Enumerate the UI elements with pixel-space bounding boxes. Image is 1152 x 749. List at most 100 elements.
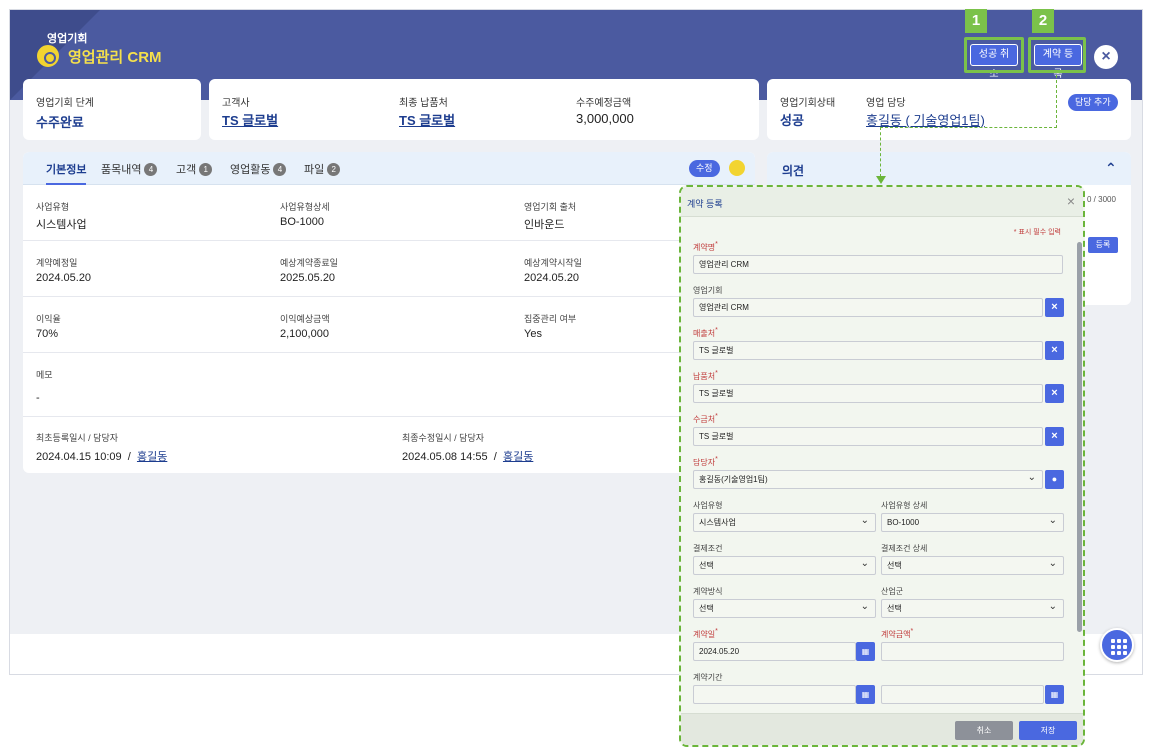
field-label: 이익예상금액: [280, 314, 330, 324]
payment-terms-select[interactable]: 선택: [693, 555, 876, 575]
tab-activities[interactable]: 영업활동 4: [230, 161, 287, 177]
calendar-icon[interactable]: ▦: [1045, 685, 1064, 704]
opportunity-input[interactable]: 영업관리 CRM: [693, 298, 1043, 317]
step-number-1: 1: [965, 9, 987, 33]
person-icon[interactable]: ●: [1045, 470, 1064, 489]
field-label: 납품처: [693, 370, 718, 382]
tab-files[interactable]: 파일 2: [304, 161, 341, 177]
tab-items[interactable]: 품목내역 4: [101, 161, 158, 177]
tab-customers[interactable]: 고객 1: [176, 161, 213, 177]
clear-icon[interactable]: ×: [1045, 341, 1064, 360]
delivery-party-input[interactable]: TS 글로벌: [693, 384, 1043, 403]
annotation-connector: [880, 127, 881, 177]
cancel-button[interactable]: 취소: [955, 721, 1013, 740]
opinion-title: 의견: [782, 164, 805, 178]
field-label: 집중관리 여부: [524, 314, 577, 324]
payment-detail-select[interactable]: 선택: [881, 555, 1064, 575]
modal-title: 계약 등록: [687, 199, 723, 209]
amount-label: 수주예정금액: [576, 98, 632, 109]
stage-card: 영업기회 단계 수주완료: [23, 79, 201, 140]
calendar-icon[interactable]: ▦: [856, 642, 875, 661]
contract-method-select[interactable]: 선택: [693, 598, 876, 618]
field-value: 2024.04.15 10:09: [36, 451, 122, 463]
user-link[interactable]: 홍길동: [137, 451, 167, 463]
manager-select[interactable]: 홍길동(기술영업1팀): [693, 469, 1043, 489]
period-end-input[interactable]: [881, 685, 1044, 704]
tab-bar: 기본정보 품목내역 4 고객 1 영업활동 4 파일 2 수정: [23, 152, 755, 185]
stage-label: 영업기회 단계: [36, 98, 94, 109]
field-value: 2024.05.20: [524, 272, 580, 284]
business-detail-select[interactable]: BO-1000: [881, 512, 1064, 532]
close-icon[interactable]: ×: [1094, 45, 1118, 69]
field-value: 2,100,000: [280, 328, 329, 340]
modal-header: 계약 등록 ×: [681, 187, 1083, 217]
tab-label: 영업활동: [230, 164, 271, 176]
tab-basic-info[interactable]: 기본정보: [46, 161, 87, 185]
field-label: 계약기간: [693, 673, 723, 682]
separator: /: [127, 451, 131, 463]
field-label: 수금처: [693, 413, 718, 425]
field-label: 계약금액: [881, 628, 913, 640]
contract-date-input[interactable]: 2024.05.20: [693, 642, 856, 661]
divider: [23, 240, 755, 241]
scrollbar[interactable]: [1077, 242, 1082, 632]
chevron-up-icon[interactable]: ⌃: [1105, 160, 1117, 177]
highlight-box-2: [1028, 37, 1086, 73]
period-start-input[interactable]: [693, 685, 856, 704]
field-value: 2025.05.20: [280, 272, 336, 284]
field-label: 최종수정일시 / 담당자: [402, 433, 485, 443]
page-title: 영업관리 CRM: [68, 49, 162, 66]
owner-label: 영업 담당: [866, 98, 906, 109]
status-card: 영업기회상태 성공 영업 담당 홍길동 ( 기술영업1팀) 담당 추가: [767, 79, 1131, 140]
calendar-icon[interactable]: ▦: [856, 685, 875, 704]
tab-label: 파일: [304, 164, 325, 176]
divider: [23, 296, 755, 297]
tab-label: 고객: [176, 164, 197, 176]
divider: [23, 416, 755, 417]
modified-info: 2024.05.08 14:55 / 홍길동: [402, 448, 533, 464]
opinion-header: [767, 152, 1131, 185]
add-owner-button[interactable]: 담당 추가: [1068, 94, 1118, 111]
step-number-2: 2: [1032, 9, 1054, 33]
arrow-down-icon: [876, 176, 886, 184]
created-info: 2024.04.15 10:09 / 홍길동: [36, 448, 167, 464]
industry-select[interactable]: 선택: [881, 598, 1064, 618]
save-button[interactable]: 저장: [1019, 721, 1077, 740]
delivery-link[interactable]: TS 글로벌: [399, 110, 455, 129]
clear-icon[interactable]: ×: [1045, 298, 1064, 317]
tab-label: 품목내역: [101, 164, 142, 176]
user-link[interactable]: 홍길동: [503, 451, 533, 463]
field-label: 예상계약종료일: [280, 258, 338, 268]
field-value: 2024.05.08 14:55: [402, 451, 488, 463]
sales-party-input[interactable]: TS 글로벌: [693, 341, 1043, 360]
clear-icon[interactable]: ×: [1045, 384, 1064, 403]
edit-button[interactable]: 수정: [689, 160, 720, 177]
field-value: 인바운드: [524, 219, 565, 231]
info-card: 기본정보 품목내역 4 고객 1 영업활동 4 파일 2 수정 사업유형 시스템사업 사…: [23, 152, 755, 473]
field-label: 계약일: [693, 628, 718, 640]
grid-menu-button[interactable]: [1100, 628, 1134, 662]
close-icon[interactable]: ×: [1067, 193, 1075, 209]
field-label: 메모: [36, 370, 53, 380]
required-note: * 표시 필수 입력: [1013, 229, 1061, 236]
contract-amount-input[interactable]: [881, 642, 1064, 661]
payer-input[interactable]: TS 글로벌: [693, 427, 1043, 446]
count-badge: 4: [273, 163, 287, 176]
opinion-register-button[interactable]: 등록: [1088, 237, 1118, 253]
field-label: 사업유형: [36, 202, 70, 212]
count-badge: 1: [199, 163, 213, 176]
contract-name-input[interactable]: 영업관리 CRM: [693, 255, 1063, 274]
business-type-select[interactable]: 시스템사업: [693, 512, 876, 532]
field-label: 영업기회 출처: [524, 202, 577, 212]
char-counter: 0 / 3000: [1087, 195, 1116, 204]
field-label: 계약방식: [693, 587, 723, 596]
expand-icon[interactable]: [729, 160, 745, 176]
field-label: 결제조건: [693, 544, 723, 553]
field-label: 사업유형: [693, 501, 723, 510]
customer-link[interactable]: TS 글로벌: [222, 110, 278, 129]
clear-icon[interactable]: ×: [1045, 427, 1064, 446]
field-value: 70%: [36, 328, 59, 340]
delivery-label: 최종 납품처: [399, 98, 448, 109]
field-label: 담당자: [693, 456, 718, 468]
field-label: 최초등록일시 / 담당자: [36, 433, 119, 443]
